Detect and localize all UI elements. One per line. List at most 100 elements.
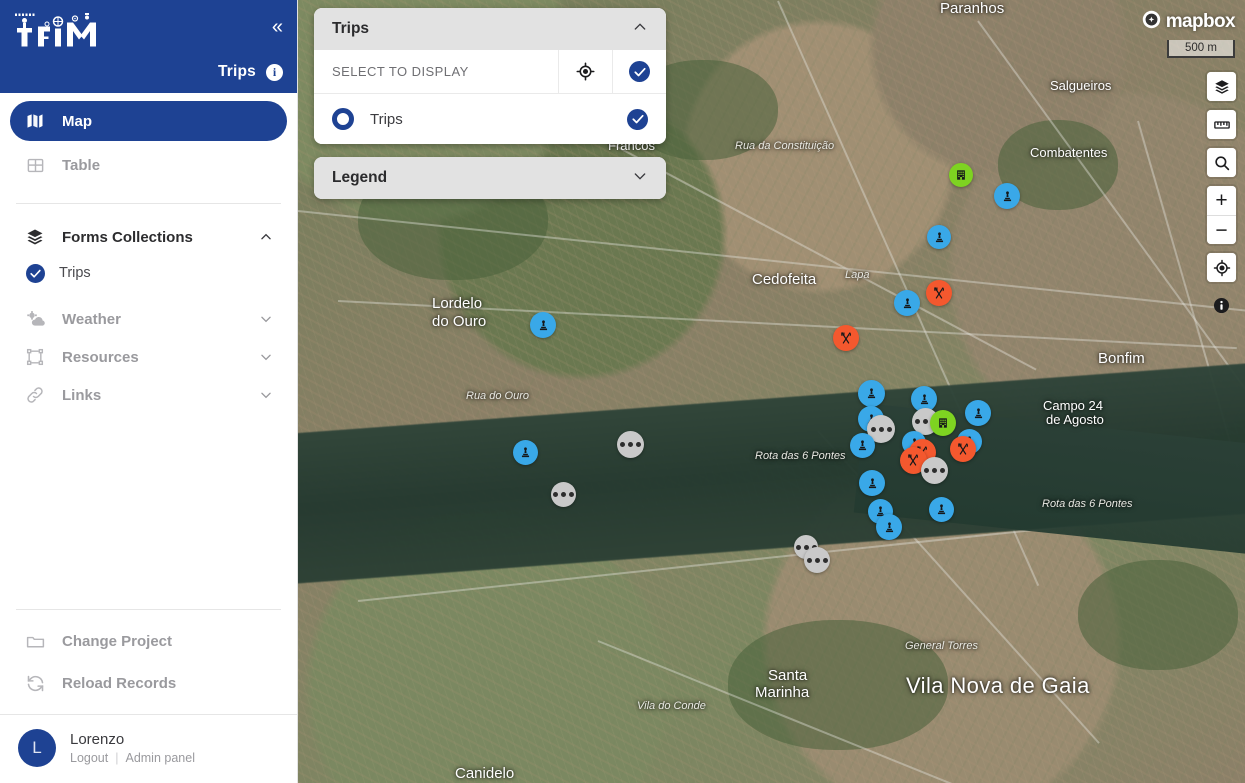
ellipsis-icon xyxy=(552,491,574,497)
sidebar-item-map-label: Map xyxy=(62,112,92,130)
app-root: « Trips i Map Table Forms Collections Tr… xyxy=(0,0,1245,783)
sidebar-actions: Change Project Reload Records xyxy=(0,620,297,714)
select-to-display-row: SELECT TO DISPLAY xyxy=(314,50,666,94)
sidebar-header: « Trips i xyxy=(0,0,297,93)
sidebar-section-weather[interactable]: Weather xyxy=(0,300,297,338)
collapse-sidebar-button[interactable]: « xyxy=(272,17,283,37)
legend-panel-header[interactable]: Legend xyxy=(314,157,666,199)
admin-panel-link[interactable]: Admin panel xyxy=(125,751,195,765)
select-to-display-label: SELECT TO DISPLAY xyxy=(332,64,469,79)
ruler-icon[interactable] xyxy=(1207,110,1236,139)
map-marker-poi[interactable] xyxy=(530,312,556,338)
sidebar-subtitle: Trips xyxy=(217,63,256,80)
ellipsis-icon xyxy=(870,426,892,432)
map-marker-poi[interactable] xyxy=(994,183,1020,209)
map-marker-poi[interactable] xyxy=(927,225,951,249)
trips-panel: Trips SELECT TO DISPLAY Trips xyxy=(314,8,666,144)
sidebar-item-table[interactable]: Table xyxy=(10,145,287,185)
sidebar-nav: Map Table xyxy=(0,93,297,189)
sidebar: « Trips i Map Table Forms Collections Tr… xyxy=(0,0,298,783)
map-marker-cluster[interactable] xyxy=(920,456,948,484)
map-marker-poi[interactable] xyxy=(965,400,991,426)
map-marker-restaurant[interactable] xyxy=(950,436,976,462)
trips-panel-header[interactable]: Trips xyxy=(314,8,666,50)
map-marker-hotel[interactable] xyxy=(930,410,956,436)
map-scale-bar: 500 m xyxy=(1167,40,1235,58)
chevron-down-icon xyxy=(259,388,273,402)
legend-panel-title: Legend xyxy=(332,169,388,186)
map-controls-top: + − xyxy=(1207,72,1236,320)
plus-icon: + xyxy=(1215,189,1228,212)
folder-icon xyxy=(24,630,46,652)
search-control[interactable] xyxy=(1207,148,1236,177)
trips-layer-row[interactable]: Trips xyxy=(314,94,666,144)
logout-link[interactable]: Logout xyxy=(70,751,108,765)
change-project-button[interactable]: Change Project xyxy=(0,620,297,662)
chevron-down-icon xyxy=(259,312,273,326)
chevron-up-icon[interactable] xyxy=(632,19,648,40)
sidebar-section-links[interactable]: Links xyxy=(0,376,297,414)
measure-control[interactable] xyxy=(1207,110,1236,139)
info-control[interactable] xyxy=(1207,291,1236,320)
search-icon[interactable] xyxy=(1207,148,1236,177)
map-marker-hotel[interactable] xyxy=(949,163,973,187)
legend-panel: Legend xyxy=(314,157,666,199)
map-marker-poi[interactable] xyxy=(859,470,885,496)
sidebar-section-resources-label: Resources xyxy=(62,348,139,366)
map-marker-cluster[interactable] xyxy=(550,481,576,507)
map-canvas[interactable]: Paranhos Salgueiros Combatentes Francos Rua … xyxy=(298,0,1245,783)
layers-icon xyxy=(24,226,46,248)
check-icon xyxy=(629,61,650,82)
avatar: L xyxy=(18,729,56,767)
sidebar-item-trips[interactable]: Trips xyxy=(0,256,297,290)
map-marker-restaurant[interactable] xyxy=(926,280,952,306)
info-icon[interactable] xyxy=(1207,291,1236,320)
sidebar-sections: Forms Collections Trips Weather Resource… xyxy=(0,204,297,414)
map-marker-cluster[interactable] xyxy=(616,430,644,458)
map-marker-poi[interactable] xyxy=(512,439,538,465)
ellipsis-icon xyxy=(619,441,641,447)
crosshair-icon[interactable] xyxy=(558,50,612,93)
map-marker-poi[interactable] xyxy=(894,290,920,316)
ring-icon xyxy=(332,108,354,130)
links-icon xyxy=(24,384,46,406)
trips-layer-label: Trips xyxy=(370,110,403,128)
geolocate-control[interactable] xyxy=(1207,253,1236,282)
user-links: Logout | Admin panel xyxy=(70,751,195,765)
trips-layer-checkbox[interactable] xyxy=(627,108,648,130)
zoom-controls[interactable]: + − xyxy=(1207,186,1236,244)
map-marker-poi[interactable] xyxy=(857,379,885,407)
user-links-separator: | xyxy=(115,751,119,765)
layers-control[interactable] xyxy=(1207,72,1236,101)
resources-icon xyxy=(24,346,46,368)
mapbox-attribution[interactable]: mapbox xyxy=(1142,10,1236,34)
reload-records-label: Reload Records xyxy=(62,674,177,692)
ellipsis-icon xyxy=(923,467,945,473)
map-marker-poi[interactable] xyxy=(928,496,954,522)
map-marker-cluster[interactable] xyxy=(804,547,830,573)
sidebar-section-resources[interactable]: Resources xyxy=(0,338,297,376)
sidebar-item-map[interactable]: Map xyxy=(10,101,287,141)
chevron-down-icon[interactable] xyxy=(632,168,648,189)
zoom-out-control[interactable]: − xyxy=(1207,215,1236,244)
refresh-icon xyxy=(24,672,46,694)
mapbox-mark-icon xyxy=(1142,10,1161,34)
sidebar-section-forms-collections[interactable]: Forms Collections xyxy=(0,218,297,256)
weather-icon xyxy=(24,308,46,330)
info-icon[interactable]: i xyxy=(266,63,283,81)
user-name: Lorenzo xyxy=(70,731,125,748)
trim-logo xyxy=(12,10,107,50)
map-marker-poi[interactable] xyxy=(876,514,902,540)
reload-records-button[interactable]: Reload Records xyxy=(0,662,297,704)
change-project-label: Change Project xyxy=(62,632,173,650)
user-footer: L Lorenzo Logout | Admin panel xyxy=(0,714,297,783)
locate-icon[interactable] xyxy=(1207,253,1236,282)
user-meta: Lorenzo Logout | Admin panel xyxy=(70,731,195,765)
map-marker-poi[interactable] xyxy=(849,432,875,458)
layers-icon[interactable] xyxy=(1207,72,1236,101)
map-marker-restaurant[interactable] xyxy=(833,325,859,351)
trips-panel-title: Trips xyxy=(332,20,370,37)
select-all-checkbox[interactable] xyxy=(612,50,666,93)
zoom-in-control[interactable]: + xyxy=(1207,186,1236,215)
